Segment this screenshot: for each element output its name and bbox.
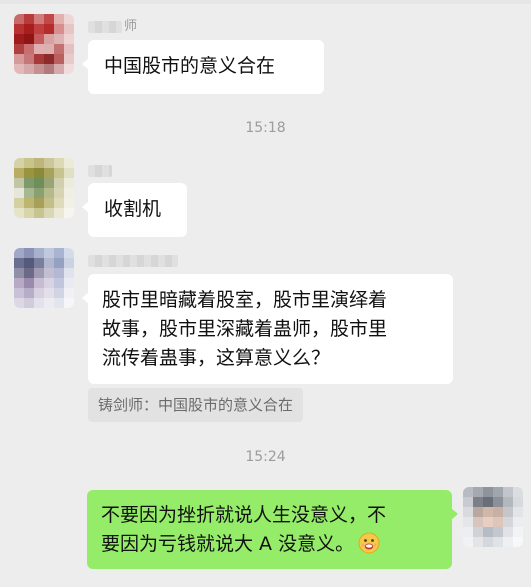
avatar-self[interactable] [463,487,523,547]
message-text: 收割机 [104,198,162,220]
grimace-emoji-icon [358,532,380,554]
sender-name-3 [88,252,180,270]
timestamp: 15:24 [245,449,286,465]
redacted-name [88,164,112,177]
redacted-name [88,254,178,267]
message-bubble-2[interactable]: 收割机 [82,183,187,237]
sender-name-1: 师 [88,18,137,36]
message-line-1: 不要因为挫折就说人生没意义，不 [101,504,387,526]
chat-view: 师 中国股市的意义合在 15:18 收割机 股市里暗藏着股室，股市里演绎着 故事… [0,0,531,587]
message-line-3: 流传着蛊事，这算意义么？ [102,347,331,369]
avatar-sender-2[interactable] [14,158,74,218]
message-bubble-outgoing[interactable]: 不要因为挫折就说人生没意义，不 要因为亏钱就说大 A 没意义。 [87,490,458,569]
sender-name-2 [88,162,114,180]
quoted-reply[interactable]: 铸剑师：中国股市的意义合在 [88,388,304,422]
message-line-2: 故事，股市里深藏着蛊师，股市里 [102,318,388,340]
message-line-2-text: 要因为亏钱就说大 A 没意义。 [101,533,355,555]
top-edge [0,0,531,4]
timestamp: 15:18 [245,120,286,136]
message-bubble-3[interactable]: 股市里暗藏着股室，股市里演绎着 故事，股市里深藏着蛊师，股市里 流传着蛊事，这算… [82,274,453,384]
avatar-sender-3[interactable] [14,248,74,308]
sender-name-visible-char: 师 [124,19,138,34]
avatar-sender-1[interactable] [14,14,74,74]
redacted-name [88,20,122,33]
message-bubble-1[interactable]: 中国股市的意义合在 [82,40,324,94]
message-line-1: 股市里暗藏着股室，股市里演绎着 [102,289,388,311]
message-line-2: 要因为亏钱就说大 A 没意义。 [101,530,438,559]
message-text: 中国股市的意义合在 [104,55,276,77]
